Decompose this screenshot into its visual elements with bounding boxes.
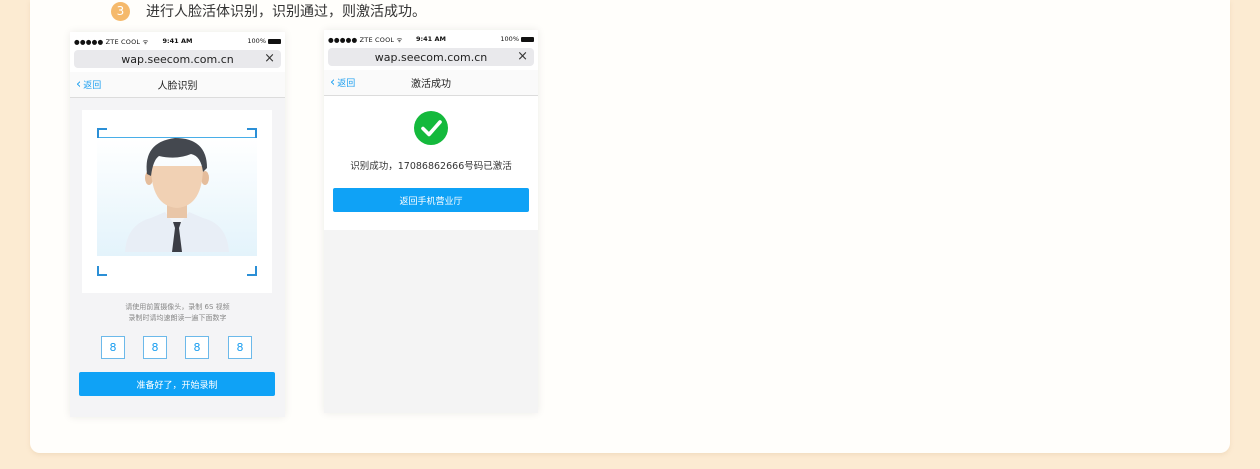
digit-box: 8 <box>143 336 167 359</box>
battery-icon <box>268 38 281 44</box>
step-number-badge: 3 <box>111 1 130 21</box>
battery-status: 100% <box>247 37 281 45</box>
close-icon[interactable]: × <box>264 51 275 66</box>
frame-corner-bottom-left <box>97 266 107 276</box>
url-text: wap.seecom.com.cn <box>374 50 488 64</box>
nav-bar: ‹ 返回 激活成功 <box>324 70 538 96</box>
status-bar: ●●●●● ZTE COOL ᯤ 9:41 AM 100% <box>70 32 285 48</box>
page-title: 人脸识别 <box>157 81 198 92</box>
return-to-hall-button[interactable]: 返回手机营业厅 <box>333 188 529 212</box>
face-frame <box>97 128 257 276</box>
back-label: 返回 <box>83 81 102 91</box>
status-bar: ●●●●● ZTE COOL ᯤ 9:41 AM 100% <box>324 30 538 46</box>
frame-corner-top-left <box>97 128 107 138</box>
url-bar[interactable]: wap.seecom.com.cn × <box>74 50 281 68</box>
close-icon[interactable]: × <box>517 49 528 64</box>
nav-bar: ‹ 返回 人脸识别 <box>70 72 285 98</box>
frame-corner-bottom-right <box>247 266 257 276</box>
browser-url-row: wap.seecom.com.cn × <box>324 46 538 70</box>
step-header: 3 进行人脸活体识别，识别通过，则激活成功。 <box>111 1 426 21</box>
digit-box: 8 <box>101 336 125 359</box>
success-panel: 识别成功，17086862666号码已激活 返回手机营业厅 <box>324 96 538 230</box>
hint-line-2: 录制时请均速朗读一遍下面数字 <box>128 314 227 322</box>
back-label: 返回 <box>337 79 356 89</box>
chevron-left-icon: ‹ <box>330 75 336 90</box>
phone-activation-success: ●●●●● ZTE COOL ᯤ 9:41 AM 100% wap.seecom… <box>324 30 538 413</box>
browser-url-row: wap.seecom.com.cn × <box>70 48 285 72</box>
battery-icon <box>521 36 534 42</box>
battery-status: 100% <box>500 35 534 43</box>
success-message: 识别成功，17086862666号码已激活 <box>350 161 512 172</box>
digit-box: 8 <box>185 336 209 359</box>
start-recording-button[interactable]: 准备好了，开始录制 <box>79 372 275 396</box>
url-text: wap.seecom.com.cn <box>121 52 234 66</box>
person-avatar-icon <box>125 138 229 252</box>
back-button[interactable]: ‹ 返回 <box>76 78 101 91</box>
face-capture-panel <box>82 110 272 293</box>
record-hint: 请使用前置摄像头，录制 6S 视频 录制时请均速朗读一遍下面数字 <box>70 302 285 324</box>
frame-corner-top-right <box>247 128 257 138</box>
success-check-icon <box>414 111 448 145</box>
chevron-left-icon: ‹ <box>76 77 82 92</box>
url-bar[interactable]: wap.seecom.com.cn × <box>328 48 534 66</box>
hint-line-1: 请使用前置摄像头，录制 6S 视频 <box>125 303 230 311</box>
page-title: 激活成功 <box>411 79 451 90</box>
step-description: 进行人脸活体识别，识别通过，则激活成功。 <box>146 4 426 20</box>
read-aloud-digits: 8 8 8 8 <box>101 336 254 359</box>
phone-face-recognition: ●●●●● ZTE COOL ᯤ 9:41 AM 100% wap.seecom… <box>70 32 285 417</box>
back-button[interactable]: ‹ 返回 <box>330 76 355 89</box>
digit-box: 8 <box>228 336 252 359</box>
